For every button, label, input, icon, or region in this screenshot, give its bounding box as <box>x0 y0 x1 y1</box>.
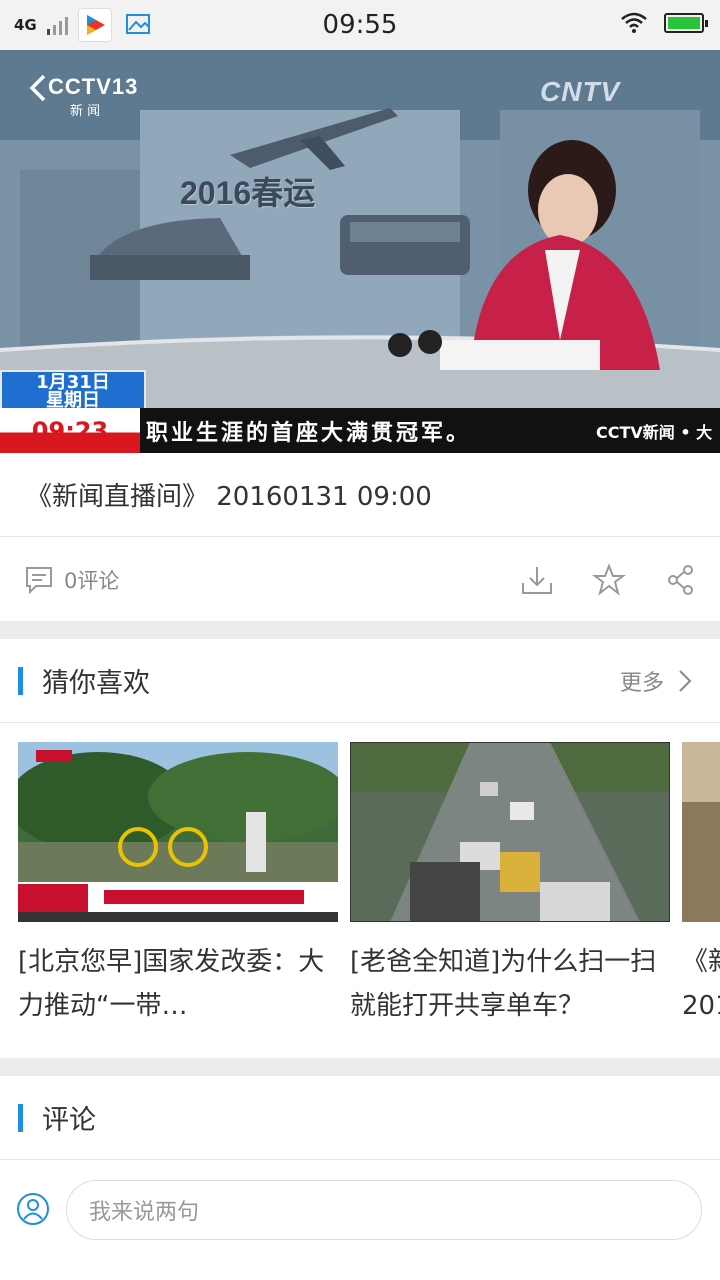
backdrop-text: 2016春运 <box>180 175 316 211</box>
video-player[interactable]: CCTV13 新 闻 CNTV 2016春运 1月31日 星期日 09:23 职… <box>0 50 720 453</box>
user-avatar-icon[interactable] <box>16 1192 50 1226</box>
comments-title: 评论 <box>42 1105 96 1136</box>
channel-sub: 新 闻 <box>70 104 101 119</box>
ticker-time: 09:23 <box>0 408 140 453</box>
date-badge: 1月31日 星期日 <box>0 370 146 410</box>
comment-button[interactable]: 0评论 <box>24 565 119 595</box>
comment-count-label: 0评论 <box>64 569 120 593</box>
recommend-card[interactable]: [北京您早]国家发改委：大力推动“一带… <box>18 742 338 1028</box>
clock: 09:55 <box>322 10 398 40</box>
ticker-logo: CCTV新闻 • 大 <box>590 408 720 453</box>
download-icon[interactable] <box>520 563 554 597</box>
recommend-card[interactable]: 《新 201 <box>682 742 720 1028</box>
battery-icon <box>664 13 708 33</box>
card-caption: [北京您早]国家发改委：大力推动“一带… <box>18 947 325 1021</box>
more-button[interactable]: 更多 <box>620 665 692 697</box>
card-caption: [老爸全知道]为什么扫一扫就能打开共享单车？ <box>350 947 657 1021</box>
status-bar: 4G 09:55 <box>0 0 720 50</box>
action-row: 0评论 <box>0 537 720 621</box>
section-divider <box>0 1058 720 1076</box>
recommend-list: [北京您早]国家发改委：大力推动“一带… [老爸全知道]为什么扫一扫就能打开共享… <box>0 724 720 1058</box>
news-ticker: 09:23 职业生涯的首座大满贯冠军。 CCTV新闻 • 大 <box>0 408 720 453</box>
card-thumbnail <box>682 742 720 922</box>
card-caption: 《新 201 <box>682 947 720 1021</box>
recommend-header: 猜你喜欢 更多 <box>0 639 720 723</box>
comment-input-row: 我来说两句 <box>0 1160 720 1260</box>
section-accent-bar <box>18 666 23 695</box>
card-thumbnail <box>18 742 338 922</box>
chevron-right-icon <box>679 669 692 692</box>
share-icon[interactable] <box>664 563 698 597</box>
card-thumbnail <box>350 742 670 922</box>
video-title-row: 《新闻直播间》 20160131 09:00 <box>0 453 720 537</box>
section-accent-bar <box>18 1103 23 1132</box>
star-icon[interactable] <box>592 563 626 597</box>
comment-input[interactable]: 我来说两句 <box>66 1180 702 1240</box>
comments-header: 评论 <box>0 1076 720 1160</box>
more-label: 更多 <box>619 670 664 696</box>
section-divider <box>0 621 720 639</box>
recommend-title: 猜你喜欢 <box>42 668 150 699</box>
comment-icon <box>26 567 52 595</box>
wifi-icon <box>621 12 647 33</box>
channel-logo: CCTV13 <box>48 74 139 99</box>
video-title: 《新闻直播间》 20160131 09:00 <box>26 482 432 512</box>
cntv-logo: CNTV <box>540 76 621 107</box>
ticker-text: 职业生涯的首座大满贯冠军。 <box>146 420 472 446</box>
recommend-card[interactable]: [老爸全知道]为什么扫一扫就能打开共享单车？ <box>350 742 670 1028</box>
